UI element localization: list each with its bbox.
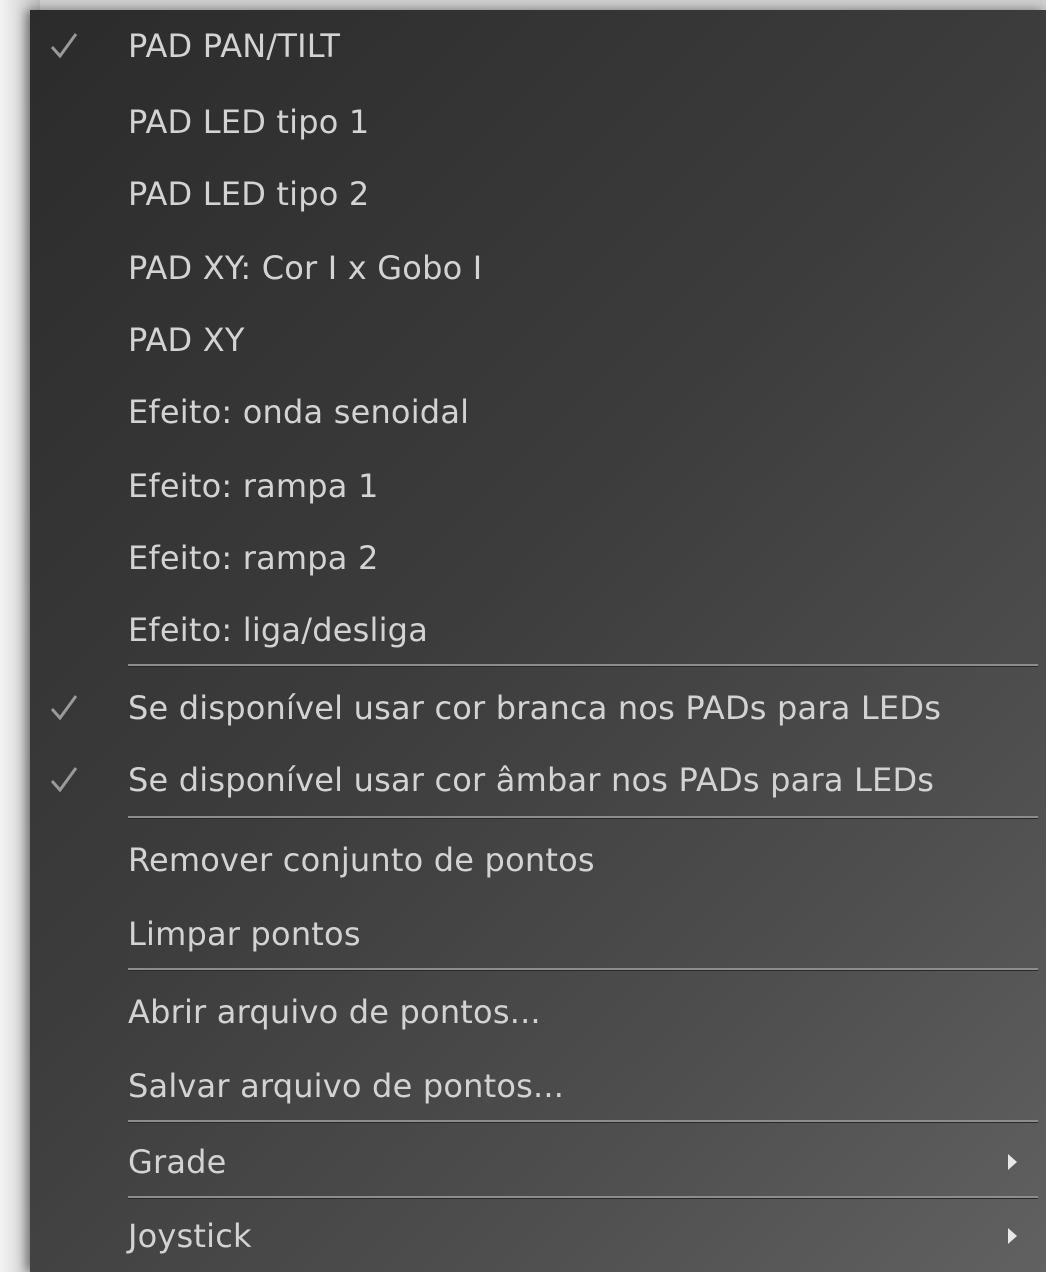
menu-item-label: Salvar arquivo de pontos... (128, 1067, 565, 1105)
menu-item-remover-conjunto-de-pontos[interactable]: Remover conjunto de pontos (30, 830, 1046, 890)
checkmark-icon (50, 33, 78, 59)
menu-item-pad-led-tipo-2[interactable]: PAD LED tipo 2 (30, 164, 1046, 224)
menu-item-label: Efeito: onda senoidal (128, 393, 470, 431)
menu-item-label: PAD PAN/TILT (128, 27, 341, 65)
checkmark-icon (50, 767, 78, 793)
menu-item-label: Joystick (128, 1217, 252, 1255)
menu-item-label: Abrir arquivo de pontos... (128, 993, 541, 1031)
context-menu: PAD PAN/TILT PAD LED tipo 1 PAD LED tipo… (30, 10, 1046, 1272)
menu-separator (128, 816, 1038, 819)
menu-item-label: PAD LED tipo 2 (128, 175, 370, 213)
menu-separator (128, 1120, 1038, 1123)
menu-item-label: Efeito: rampa 1 (128, 467, 379, 505)
menu-item-pad-pan-tilt[interactable]: PAD PAN/TILT (30, 16, 1046, 76)
menu-separator (128, 664, 1038, 667)
menu-item-label: Efeito: rampa 2 (128, 539, 379, 577)
menu-item-joystick[interactable]: Joystick (30, 1206, 1046, 1266)
menu-item-limpar-pontos[interactable]: Limpar pontos (30, 904, 1046, 964)
menu-separator (128, 968, 1038, 971)
menu-item-label: Grade (128, 1143, 227, 1181)
menu-item-usar-cor-branca[interactable]: Se disponível usar cor branca nos PADs p… (30, 678, 1046, 738)
submenu-arrow-icon (1008, 1228, 1017, 1244)
menu-item-label: PAD XY (128, 321, 245, 359)
checkmark-icon (50, 695, 78, 721)
menu-item-label: Remover conjunto de pontos (128, 841, 595, 879)
menu-item-label: Efeito: liga/desliga (128, 611, 428, 649)
menu-item-label: Se disponível usar cor âmbar nos PADs pa… (128, 761, 935, 799)
menu-item-salvar-arquivo-de-pontos[interactable]: Salvar arquivo de pontos... (30, 1056, 1046, 1116)
menu-item-usar-cor-ambar[interactable]: Se disponível usar cor âmbar nos PADs pa… (30, 750, 1046, 810)
menu-item-label: Limpar pontos (128, 915, 361, 953)
menu-item-efeito-onda-senoidal[interactable]: Efeito: onda senoidal (30, 382, 1046, 442)
menu-item-label: PAD XY: Cor I x Gobo I (128, 249, 483, 287)
menu-separator (128, 1196, 1038, 1199)
menu-item-efeito-rampa-2[interactable]: Efeito: rampa 2 (30, 528, 1046, 588)
menu-item-grade[interactable]: Grade (30, 1132, 1046, 1192)
menu-item-pad-xy[interactable]: PAD XY (30, 310, 1046, 370)
menu-item-label: PAD LED tipo 1 (128, 103, 370, 141)
menu-item-pad-xy-cor-gobo[interactable]: PAD XY: Cor I x Gobo I (30, 238, 1046, 298)
menu-item-label: Se disponível usar cor branca nos PADs p… (128, 689, 942, 727)
menu-item-abrir-arquivo-de-pontos[interactable]: Abrir arquivo de pontos... (30, 982, 1046, 1042)
submenu-arrow-icon (1008, 1154, 1017, 1170)
menu-item-efeito-rampa-1[interactable]: Efeito: rampa 1 (30, 456, 1046, 516)
menu-item-pad-led-tipo-1[interactable]: PAD LED tipo 1 (30, 92, 1046, 152)
menu-item-efeito-liga-desliga[interactable]: Efeito: liga/desliga (30, 600, 1046, 660)
